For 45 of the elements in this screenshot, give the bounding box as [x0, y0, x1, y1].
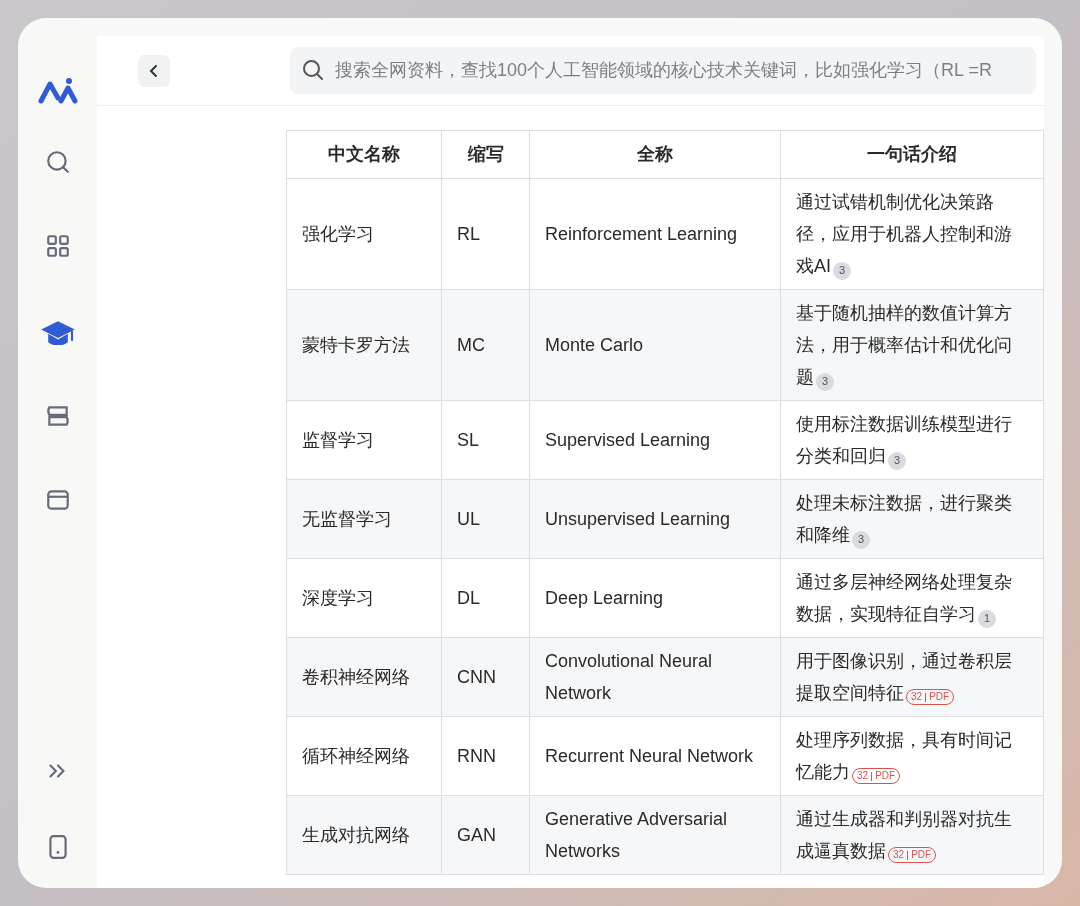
table-cell: 处理序列数据，具有时间记忆能力 32 PDF	[780, 716, 1044, 796]
table-cell: 强化学习	[286, 178, 442, 290]
table-cell: 监督学习	[286, 400, 442, 480]
column-header: 缩写	[441, 130, 530, 179]
table-cell: Recurrent Neural Network	[529, 716, 781, 796]
table-cell: MC	[441, 289, 530, 401]
table-cell: 通过生成器和判别器对抗生成逼真数据 32 PDF	[780, 795, 1044, 875]
table-cell: Generative Adversarial Networks	[529, 795, 781, 875]
table-cell: 处理未标注数据，进行聚类和降维 3	[780, 479, 1044, 559]
table-cell: 生成对抗网络	[286, 795, 442, 875]
table-cell: RL	[441, 178, 530, 290]
table-cell: RNN	[441, 716, 530, 796]
table-cell: Unsupervised Learning	[529, 479, 781, 559]
search-icon	[302, 59, 324, 81]
search-field[interactable]: 搜索全网资料，查找100个人工智能领域的核心技术关键词，比如强化学习（RL =R	[290, 47, 1036, 94]
table-cell: 用于图像识别，通过卷积层提取空间特征 32 PDF	[780, 637, 1044, 717]
table-cell: Deep Learning	[529, 558, 781, 638]
table-cell: SL	[441, 400, 530, 480]
table-cell: 通过试错机制优化决策路径，应用于机器人控制和游戏AI 3	[780, 178, 1044, 290]
table-cell: UL	[441, 479, 530, 559]
back-button[interactable]	[138, 54, 170, 87]
table-cell: Supervised Learning	[529, 400, 781, 480]
table-cell: 循环神经网络	[286, 716, 442, 796]
table-cell: 通过多层神经网络处理复杂数据，实现特征自学习 1	[780, 558, 1044, 638]
stacked-books-icon[interactable]	[44, 403, 71, 429]
table-cell: Reinforcement Learning	[529, 178, 781, 290]
table-cell: DL	[441, 558, 530, 638]
table-cell: 深度学习	[286, 558, 442, 638]
table-cell: Monte Carlo	[529, 289, 781, 401]
table-cell: 卷积神经网络	[286, 637, 442, 717]
column-header: 中文名称	[286, 130, 442, 179]
column-header: 一句话介绍	[780, 130, 1044, 179]
logo-icon	[37, 78, 78, 104]
table-cell: CNN	[441, 637, 530, 717]
table-cell: GAN	[441, 795, 530, 875]
table-cell: 基于随机抽样的数值计算方法，用于概率估计和优化问题 3	[780, 289, 1044, 401]
table-cell: 蒙特卡罗方法	[286, 289, 442, 401]
grid-icon[interactable]	[44, 233, 71, 259]
column-header: 全称	[529, 130, 781, 179]
table-cell: 无监督学习	[286, 479, 442, 559]
table-cell: Convolutional Neural Network	[529, 637, 781, 717]
search-icon[interactable]	[44, 149, 71, 175]
table-cell: 使用标注数据训练模型进行分类和回归 3	[780, 400, 1044, 480]
window-icon[interactable]	[44, 487, 71, 513]
chevron-left-icon	[149, 63, 159, 78]
